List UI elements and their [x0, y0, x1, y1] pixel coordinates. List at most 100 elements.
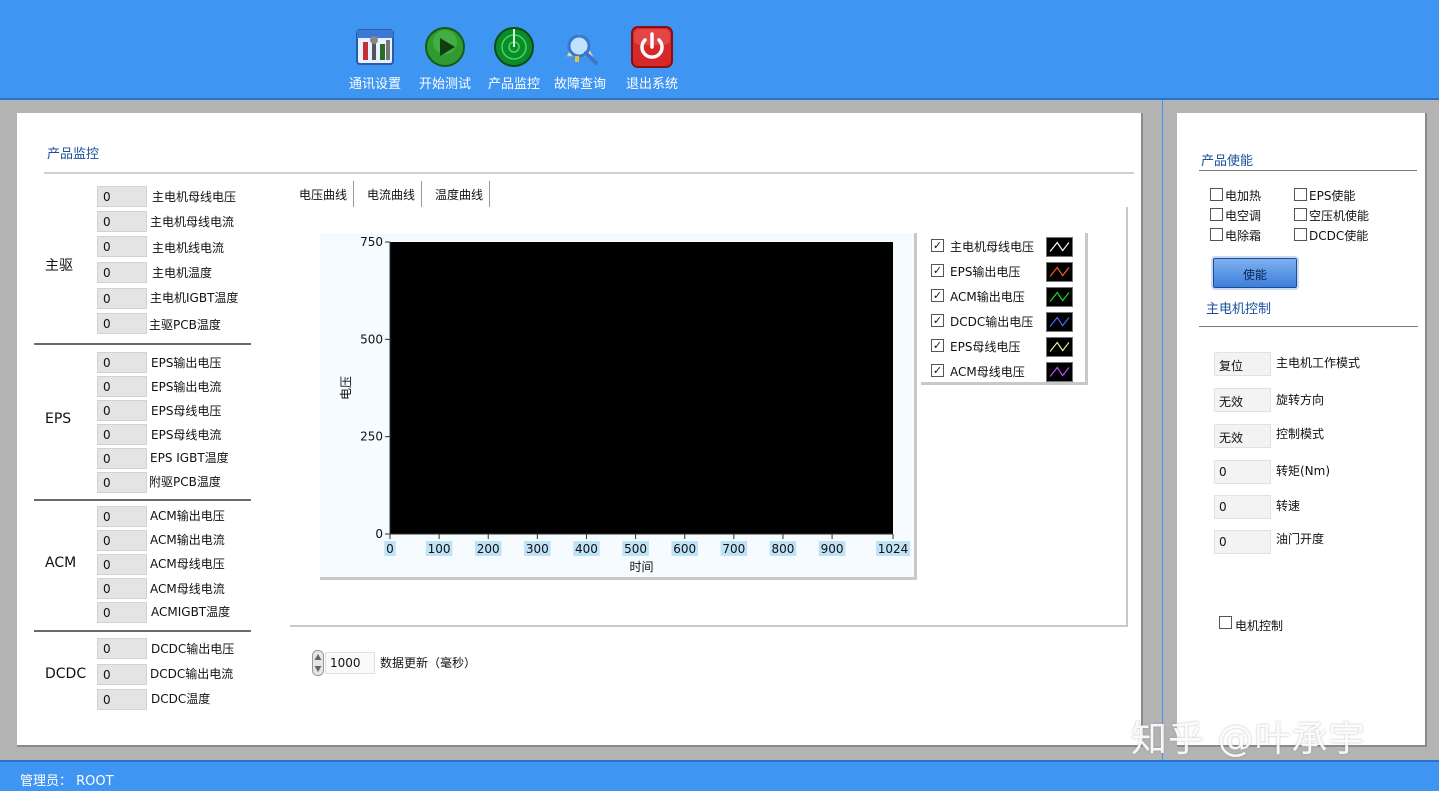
- start-test-label: 开始测试: [418, 77, 471, 92]
- rotation-direction-field[interactable]: 无效: [1214, 388, 1271, 412]
- indicator-eps-igbt-temp: 0: [97, 448, 147, 469]
- exit-system-button[interactable]: 退出系统: [617, 26, 687, 96]
- checkbox-label: 电除霜: [1225, 229, 1262, 243]
- checkbox-electric-ac[interactable]: [1210, 208, 1223, 221]
- legend-checkbox[interactable]: ✓: [931, 289, 944, 302]
- field-label: 油门开度: [1276, 532, 1325, 546]
- enable-button[interactable]: 使能: [1213, 258, 1297, 288]
- legend-swatch-icon: [1046, 362, 1073, 382]
- field-label: 旋转方向: [1276, 393, 1325, 407]
- checkbox-label: 电加热: [1225, 189, 1262, 203]
- x-tick-label: 900: [821, 542, 844, 556]
- group-divider: [34, 630, 251, 632]
- indicator-main-motor-line-current: 0: [97, 236, 147, 257]
- tab-current-curve[interactable]: 电流曲线: [361, 181, 423, 207]
- speed-input[interactable]: 0: [1214, 495, 1271, 519]
- legend-label: DCDC输出电压: [950, 315, 1034, 329]
- y-tick-label: 0: [375, 527, 383, 541]
- comm-settings-label: 通讯设置: [348, 77, 401, 92]
- product-monitor-label: 产品监控: [487, 77, 540, 92]
- voltage-chart: 0 250 500 750 0 100 200 300 400 500 600 700 800 900 10…: [339, 235, 910, 574]
- y-tick-label: 250: [360, 430, 383, 444]
- indicator-label: EPS输出电流: [151, 380, 222, 394]
- update-interval-label: 数据更新（毫秒）: [380, 656, 477, 670]
- torque-input[interactable]: 0: [1214, 460, 1271, 484]
- legend-checkbox[interactable]: ✓: [931, 239, 944, 252]
- interval-spinner[interactable]: [312, 650, 324, 676]
- start-test-button[interactable]: 开始测试: [410, 26, 480, 96]
- checkbox-compressor-enable[interactable]: [1294, 208, 1307, 221]
- indicator-label: 主电机线电流: [152, 241, 225, 255]
- legend-swatch-icon: [1046, 312, 1073, 332]
- x-tick-label: 1024: [878, 542, 909, 556]
- legend-label: EPS输出电压: [950, 265, 1021, 279]
- y-tick-label: 750: [360, 235, 383, 249]
- indicator-label: EPS输出电压: [151, 356, 222, 370]
- group-label-acm: ACM: [45, 555, 77, 571]
- checkbox-electric-defrost[interactable]: [1210, 228, 1223, 241]
- x-tick-label: 300: [526, 542, 549, 556]
- group-label-dcdc: DCDC: [45, 666, 87, 682]
- indicator-label: DCDC输出电压: [151, 642, 235, 656]
- legend-checkbox[interactable]: ✓: [931, 339, 944, 352]
- top-toolbar: 通讯设置 开始测试 产品监控 故障查询 退出系统: [0, 0, 1439, 100]
- settings-tools-icon: [356, 29, 394, 65]
- legend-label: ACM母线电压: [950, 365, 1025, 379]
- y-axis-title: 电压: [339, 376, 353, 400]
- update-interval-input[interactable]: 1000: [325, 652, 375, 674]
- indicator-acm-output-current: 0: [97, 530, 147, 551]
- motor-control-title: 主电机控制: [1206, 302, 1272, 317]
- indicator-dcdc-output-current: 0: [97, 664, 147, 685]
- indicator-label: DCDC输出电流: [150, 667, 234, 681]
- x-tick-label: 500: [624, 542, 647, 556]
- legend-swatch-icon: [1046, 262, 1073, 282]
- legend-label: ACM输出电压: [950, 290, 1025, 304]
- field-label: 转速: [1276, 499, 1301, 513]
- indicator-label: ACMIGBT温度: [151, 605, 231, 619]
- indicator-label: 主电机温度: [152, 266, 213, 280]
- checkbox-dcdc-enable[interactable]: [1294, 228, 1307, 241]
- checkbox-electric-heating[interactable]: [1210, 188, 1223, 201]
- indicator-label: DCDC温度: [151, 692, 211, 706]
- throttle-input[interactable]: 0: [1214, 530, 1271, 554]
- motor-work-mode-field[interactable]: 复位: [1214, 352, 1271, 376]
- field-label: 主电机工作模式: [1276, 356, 1361, 370]
- control-mode-field[interactable]: 无效: [1214, 424, 1271, 448]
- indicator-acm-output-voltage: 0: [97, 506, 147, 527]
- x-tick-label: 200: [477, 542, 500, 556]
- chart-legend: ✓ 主电机母线电压 ✓ EPS输出电压 ✓ ACM输出电压 ✓ DCDC输出电压…: [921, 233, 1088, 385]
- tab-temperature-curve[interactable]: 温度曲线: [429, 181, 491, 207]
- legend-swatch-icon: [1046, 337, 1073, 357]
- indicator-label: ACM母线电压: [150, 557, 225, 571]
- tab-voltage-curve[interactable]: 电压曲线: [293, 181, 355, 207]
- checkbox-motor-control[interactable]: [1219, 616, 1232, 629]
- legend-checkbox[interactable]: ✓: [931, 264, 944, 277]
- indicator-label: 主电机IGBT温度: [150, 291, 239, 305]
- indicator-acm-igbt-temp: 0: [97, 602, 147, 623]
- power-icon: [631, 26, 673, 68]
- indicator-label: ACM输出电流: [150, 533, 225, 547]
- indicator-main-drive-pcb-temp: 0: [97, 313, 147, 334]
- indicator-eps-output-current: 0: [97, 376, 147, 397]
- indicator-acm-bus-voltage: 0: [97, 554, 147, 575]
- checkbox-eps-enable[interactable]: [1294, 188, 1307, 201]
- comm-settings-button[interactable]: 通讯设置: [340, 26, 410, 96]
- legend-checkbox[interactable]: ✓: [931, 364, 944, 377]
- fault-query-button[interactable]: 故障查询: [545, 26, 615, 96]
- legend-checkbox[interactable]: ✓: [931, 314, 944, 327]
- checkbox-label: DCDC使能: [1309, 229, 1369, 243]
- legend-label: 主电机母线电压: [950, 240, 1035, 254]
- indicator-label: 附驱PCB温度: [149, 475, 221, 489]
- field-label: 控制模式: [1276, 427, 1325, 441]
- motor-divider: [1199, 326, 1418, 327]
- x-tick-label: 800: [772, 542, 795, 556]
- group-divider: [34, 499, 251, 501]
- y-tick-label: 500: [360, 332, 383, 346]
- product-monitor-button[interactable]: 产品监控: [479, 26, 549, 96]
- fault-query-label: 故障查询: [553, 77, 606, 92]
- status-user-text: 管理员： ROOT: [20, 774, 114, 789]
- indicator-label: EPS母线电压: [151, 404, 222, 418]
- search-magnifier-icon: [566, 33, 598, 65]
- checkbox-label: 电空调: [1225, 209, 1262, 223]
- indicator-label: EPS IGBT温度: [150, 451, 229, 465]
